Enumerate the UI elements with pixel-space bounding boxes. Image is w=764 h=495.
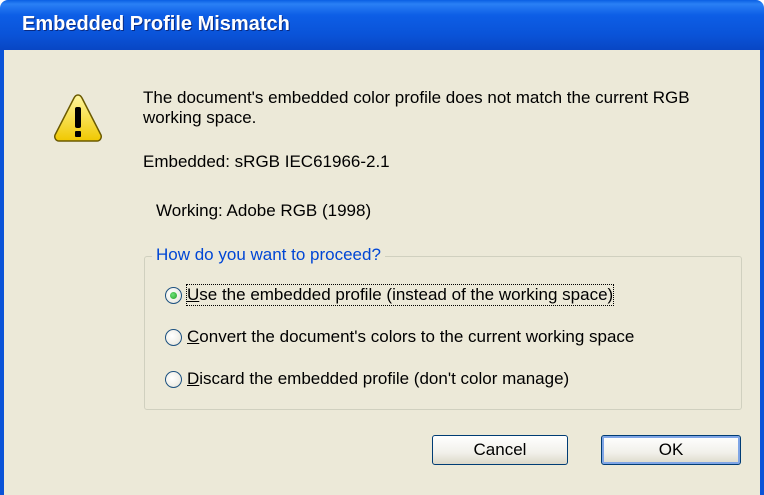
ok-button[interactable]: OK [601, 435, 741, 465]
working-space-text: Working: Adobe RGB (1998) [156, 201, 372, 220]
option-discard[interactable]: Discard the embedded profile (don't colo… [165, 368, 569, 390]
proceed-options-legend: How do you want to proceed? [152, 245, 385, 265]
option-use-embedded-label[interactable]: Use the embedded profile (instead of the… [185, 284, 615, 306]
mnemonic-letter: U [187, 285, 200, 304]
window-frame-right [760, 50, 764, 495]
warning-icon [54, 94, 102, 142]
mnemonic-letter: D [187, 369, 200, 388]
dialog-title: Embedded Profile Mismatch [22, 13, 290, 35]
mnemonic-letter: C [187, 327, 200, 346]
embedded-profile-text: Embedded: sRGB IEC61966-2.1 [143, 152, 390, 171]
option-convert-label[interactable]: Convert the document's colors to the cur… [187, 327, 634, 347]
option-convert[interactable]: Convert the document's colors to the cur… [165, 326, 634, 348]
radio-discard[interactable] [165, 370, 182, 388]
message-text: The document's embedded color profile do… [143, 88, 690, 127]
radio-convert[interactable] [165, 328, 182, 346]
label-text: iscard the embedded profile (don't color… [199, 369, 570, 388]
cancel-button[interactable]: Cancel [432, 435, 568, 465]
label-text: se the embedded profile (instead of the … [199, 285, 614, 304]
option-discard-label[interactable]: Discard the embedded profile (don't colo… [187, 369, 569, 389]
radio-use-embedded[interactable] [165, 286, 182, 304]
title-bar[interactable]: Embedded Profile Mismatch [0, 0, 764, 50]
option-use-embedded[interactable]: Use the embedded profile (instead of the… [165, 284, 615, 306]
label-text: onvert the document's colors to the curr… [199, 327, 635, 346]
